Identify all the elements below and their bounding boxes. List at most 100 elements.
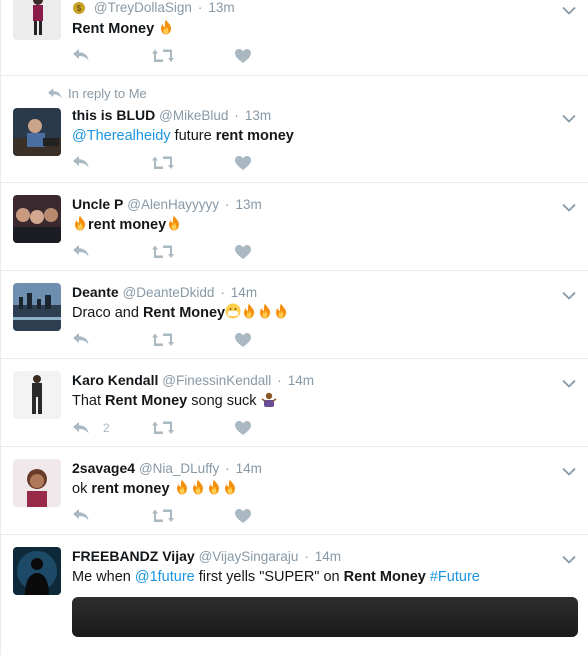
reply-button[interactable]: [73, 245, 89, 257]
heart-icon: [235, 509, 251, 523]
chevron-down-icon[interactable]: [562, 6, 576, 16]
tweet-header: FREEBANDZ Vijay @VijaySingaraju · 14m: [72, 548, 342, 564]
tweet-text-plain: Me when: [72, 569, 131, 585]
username[interactable]: @Nia_DLuffy: [139, 461, 219, 476]
reply-button[interactable]: [73, 156, 89, 168]
username[interactable]: @MikeBlud: [159, 108, 228, 123]
hashtag-link[interactable]: #Future: [430, 569, 480, 585]
retweet-button[interactable]: [152, 49, 174, 63]
display-name[interactable]: Uncle P: [72, 196, 123, 212]
username[interactable]: @TreyDollaSign: [94, 0, 192, 15]
tweet-actions: [72, 499, 568, 539]
heart-icon: [235, 49, 251, 63]
avatar[interactable]: [13, 283, 61, 331]
like-button[interactable]: [235, 333, 251, 347]
retweet-button[interactable]: [152, 156, 174, 170]
chevron-down-icon[interactable]: [562, 379, 576, 389]
username[interactable]: @VijaySingaraju: [199, 549, 299, 564]
tweet-text-bold: Rent Money: [343, 569, 426, 585]
reply-icon: [73, 156, 89, 168]
display-name[interactable]: 2savage4: [72, 460, 135, 476]
reply-button[interactable]: [73, 509, 89, 521]
tweet-text-bold: Rent Money: [105, 393, 188, 409]
username[interactable]: @AlenHayyyyy: [127, 197, 219, 212]
timestamp[interactable]: 14m: [231, 285, 257, 300]
tweet[interactable]: Karo Kendall @FinessinKendall · 14m That…: [0, 359, 588, 447]
tweet[interactable]: In reply to Me this is BLUD @MikeBlud · …: [0, 76, 588, 183]
display-name[interactable]: Karo Kendall: [72, 372, 158, 388]
reply-icon: [73, 509, 89, 521]
retweet-icon: [152, 245, 174, 259]
reply-button[interactable]: 2: [73, 421, 110, 435]
fire-icon: [206, 479, 222, 495]
like-button[interactable]: [235, 49, 251, 63]
username[interactable]: @FinessinKendall: [162, 373, 271, 388]
reply-icon: [73, 245, 89, 257]
chevron-down-icon[interactable]: [562, 555, 576, 565]
tweet[interactable]: FREEBANDZ Vijay @VijaySingaraju · 14m Me…: [0, 535, 588, 655]
like-button[interactable]: [235, 156, 251, 170]
chevron-down-icon[interactable]: [562, 114, 576, 124]
username[interactable]: @DeanteDkidd: [123, 285, 215, 300]
tweet-text-plain: first yells "SUPER" on: [198, 569, 340, 585]
heart-icon: [235, 421, 251, 435]
timestamp[interactable]: 14m: [288, 373, 314, 388]
tweet-text-bold: rent money: [215, 128, 294, 144]
tweet-text-plain: That: [72, 393, 102, 409]
display-name[interactable]: this is BLUD: [72, 107, 155, 123]
retweet-button[interactable]: [152, 333, 174, 347]
reply-button[interactable]: [73, 333, 89, 345]
reply-icon: [73, 333, 89, 345]
face-with-mask-icon: [225, 303, 241, 319]
like-button[interactable]: [235, 245, 251, 259]
reply-icon: [48, 88, 62, 99]
tweet-text-bold: rent money: [88, 217, 167, 233]
avatar[interactable]: [13, 195, 61, 243]
tweet-text: ok rent money: [72, 479, 568, 499]
reply-context-label[interactable]: In reply to Me: [68, 86, 147, 101]
display-name[interactable]: Deante: [72, 284, 119, 300]
timestamp[interactable]: 13m: [235, 197, 261, 212]
person-shrugging-icon: [261, 392, 277, 407]
tweet-media[interactable]: [72, 597, 578, 637]
like-button[interactable]: [235, 421, 251, 435]
retweet-button[interactable]: [152, 421, 174, 435]
tweet-header: $ @TreyDollaSign · 13m: [72, 0, 568, 18]
tweet-text-plain: Draco and: [72, 305, 139, 321]
avatar[interactable]: [13, 0, 61, 40]
tweet[interactable]: Deante @DeanteDkidd · 14m Draco and Rent…: [0, 271, 588, 359]
retweet-icon: [152, 333, 174, 347]
mention-link[interactable]: @Therealheidy: [72, 128, 171, 144]
retweet-button[interactable]: [152, 509, 174, 523]
chevron-down-icon[interactable]: [562, 203, 576, 213]
avatar[interactable]: [13, 108, 61, 156]
heart-icon: [235, 156, 251, 170]
fire-icon: [241, 303, 257, 319]
tweet[interactable]: Uncle P @AlenHayyyyy · 13m rent money: [0, 183, 588, 271]
timestamp[interactable]: 14m: [236, 461, 262, 476]
retweet-icon: [152, 421, 174, 435]
tweet-actions: 2: [72, 411, 568, 451]
timestamp[interactable]: 14m: [315, 549, 341, 564]
chevron-down-icon[interactable]: [562, 291, 576, 301]
reply-button[interactable]: [73, 49, 89, 61]
mention-link[interactable]: @1future: [135, 569, 195, 585]
timestamp[interactable]: 13m: [208, 0, 234, 15]
tweet[interactable]: 2savage4 @Nia_DLuffy · 14m ok rent money: [0, 447, 588, 535]
timestamp[interactable]: 13m: [245, 108, 271, 123]
chevron-down-icon[interactable]: [562, 467, 576, 477]
tweet[interactable]: $ @TreyDollaSign · 13m Rent Money: [0, 0, 588, 76]
retweet-button[interactable]: [152, 245, 174, 259]
reply-icon: [73, 49, 89, 61]
money-bag-icon: $: [72, 0, 86, 18]
display-name[interactable]: FREEBANDZ Vijay: [72, 548, 195, 564]
fire-icon: [273, 303, 289, 319]
avatar[interactable]: [13, 371, 61, 419]
like-button[interactable]: [235, 509, 251, 523]
tweet-text-plain: song suck: [191, 393, 257, 409]
reply-context: In reply to Me: [47, 84, 543, 102]
reply-count: 2: [103, 421, 110, 435]
tweet-text: rent money: [72, 215, 568, 235]
avatar[interactable]: [13, 459, 61, 507]
avatar[interactable]: [13, 547, 61, 595]
